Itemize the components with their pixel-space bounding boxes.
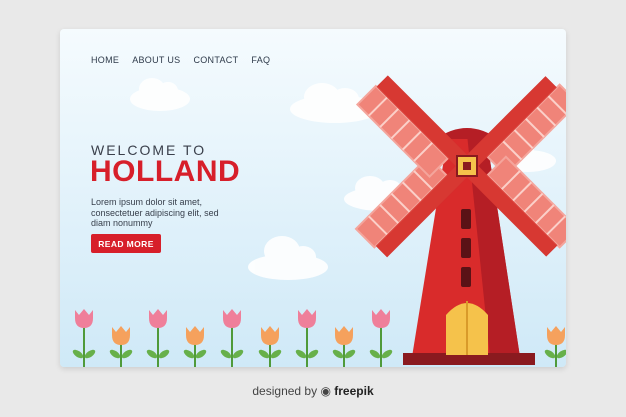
tulip-flower <box>258 326 282 367</box>
tulip-flower <box>544 326 566 367</box>
page-title: HOLLAND <box>90 155 241 188</box>
landing-page-card: HOME ABOUT US CONTACT FAQ WELCOME TO HOL… <box>60 29 566 367</box>
nav-about-link[interactable]: ABOUT US <box>132 55 180 65</box>
nav-home-link[interactable]: HOME <box>91 55 119 65</box>
tulip-flower <box>72 309 96 367</box>
tulip-flower <box>146 309 170 367</box>
nav-contact-link[interactable]: CONTACT <box>193 55 238 65</box>
nav-faq-link[interactable]: FAQ <box>251 55 270 65</box>
tulip-flower <box>220 309 244 367</box>
hero-description: Lorem ipsum dolor sit amet, consectetuer… <box>91 197 219 228</box>
tulip-flower <box>369 309 393 367</box>
windmill-illustration <box>354 75 566 365</box>
cloud-shape <box>130 78 190 111</box>
freepik-logo-icon: ◉ <box>320 384 331 398</box>
read-more-button[interactable]: READ MORE <box>91 234 161 253</box>
tulip-flower <box>183 326 207 367</box>
tulip-flower <box>109 326 133 367</box>
freepik-brand[interactable]: freepik <box>334 384 373 398</box>
tulip-flower <box>295 309 319 367</box>
cloud-shape <box>248 236 328 280</box>
credit-prefix: designed by <box>252 384 318 398</box>
top-navigation: HOME ABOUT US CONTACT FAQ <box>91 55 270 65</box>
footer-credit: designed by ◉ freepik <box>0 384 626 398</box>
tulip-flower <box>332 326 356 367</box>
